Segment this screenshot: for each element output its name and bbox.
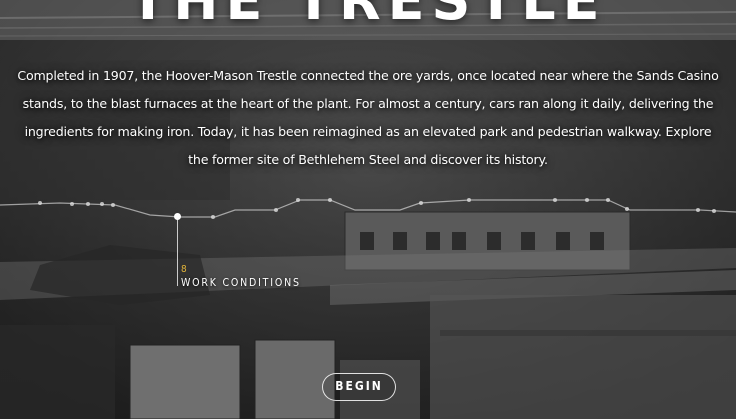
begin-button[interactable]: BEGIN	[322, 373, 396, 401]
map-marker-leader-line	[177, 216, 178, 286]
intro-paragraph: Completed in 1907, the Hoover-Mason Tres…	[17, 68, 719, 167]
trestle-intro-screen: THE TRESTLE Completed in 1907, the Hoove…	[0, 0, 736, 419]
map-marker-dot[interactable]	[174, 213, 181, 220]
page-title: THE TRESTLE	[129, 0, 607, 32]
map-marker-number[interactable]: 8	[181, 264, 187, 276]
map-marker-label[interactable]: WORK CONDITIONS	[181, 277, 301, 290]
